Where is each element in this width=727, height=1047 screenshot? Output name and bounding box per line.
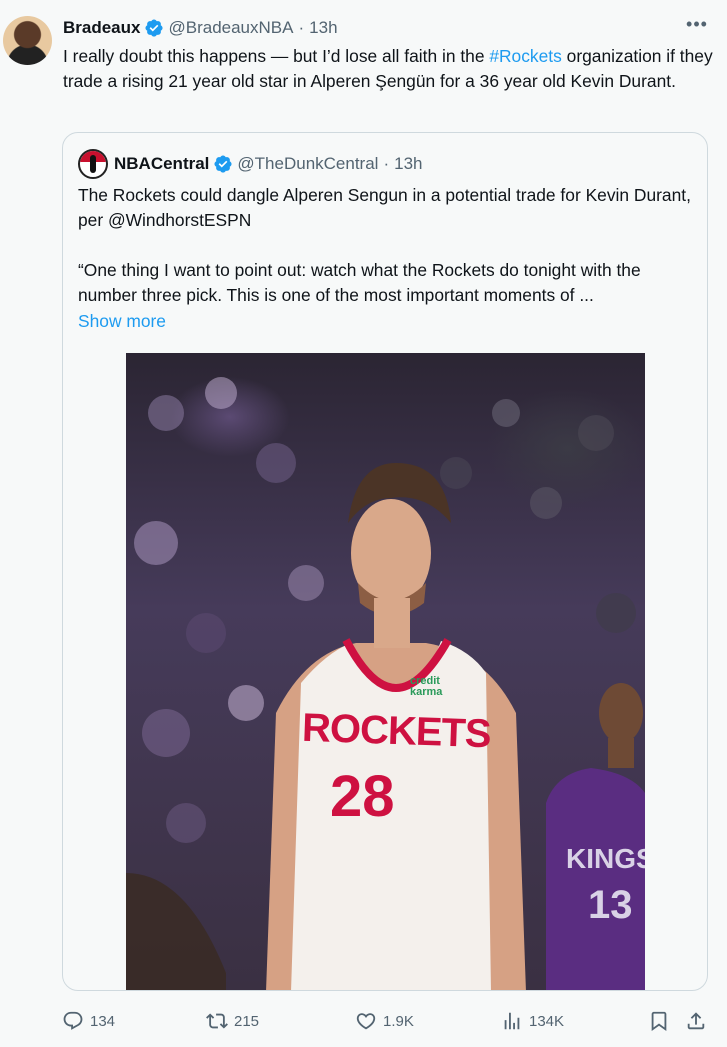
hashtag-link[interactable]: #Rockets xyxy=(489,46,562,66)
author-avatar[interactable] xyxy=(3,16,52,65)
reply-icon xyxy=(63,1011,83,1030)
tweet-header: Bradeaux @BradeauxNBA · 13h xyxy=(63,17,338,39)
bookmark-button[interactable] xyxy=(648,1006,676,1036)
quote-text: The Rockets could dangle Alperen Sengun … xyxy=(78,183,698,308)
repost-button[interactable]: 215 xyxy=(206,1006,259,1036)
repost-count: 215 xyxy=(234,1012,260,1030)
views-chart-icon xyxy=(504,1012,520,1030)
quote-timestamp[interactable]: 13h xyxy=(394,154,422,174)
reply-count: 134 xyxy=(90,1012,116,1030)
repost-icon xyxy=(206,1013,228,1029)
more-options-icon[interactable]: ••• xyxy=(686,15,708,38)
quote-header: NBACentral @TheDunkCentral · 13h xyxy=(78,149,423,179)
author-handle[interactable]: @BradeauxNBA xyxy=(168,18,293,38)
views-button[interactable]: 134K xyxy=(501,1006,564,1036)
author-name[interactable]: Bradeaux xyxy=(63,18,140,38)
svg-text:13: 13 xyxy=(588,883,633,927)
tweet-text: I really doubt this happens — but I’d lo… xyxy=(63,44,713,94)
quote-photo[interactable]: KINGS 13 ROCKETS 28 credit karma xyxy=(126,353,645,990)
share-icon xyxy=(687,1012,705,1030)
separator-dot: · xyxy=(383,154,390,173)
like-count: 1.9K xyxy=(383,1012,414,1030)
share-button[interactable] xyxy=(685,1006,713,1036)
show-more-link[interactable]: Show more xyxy=(78,309,166,334)
quote-author-avatar[interactable] xyxy=(78,149,108,179)
quote-author-handle[interactable]: @TheDunkCentral xyxy=(237,154,378,174)
verified-badge-icon xyxy=(145,19,164,37)
verified-badge-icon xyxy=(214,155,232,173)
tweet[interactable]: Bradeaux @BradeauxNBA · 13h ••• I really… xyxy=(0,0,727,1047)
tweet-text-part: I really doubt this happens — but I’d lo… xyxy=(63,46,490,66)
bookmark-icon xyxy=(651,1011,667,1032)
quoted-tweet[interactable]: NBACentral @TheDunkCentral · 13h The Roc… xyxy=(62,132,708,991)
jersey-number-text: 28 xyxy=(330,764,395,829)
jersey-team-text: ROCKETS xyxy=(301,705,492,757)
reply-button[interactable]: 134 xyxy=(62,1006,115,1036)
action-bar: 134 215 1.9K 134K xyxy=(0,1006,727,1036)
tweet-timestamp[interactable]: 13h xyxy=(309,18,337,38)
quote-paragraph: The Rockets could dangle Alperen Sengun … xyxy=(78,185,691,230)
like-button[interactable]: 1.9K xyxy=(355,1006,414,1036)
svg-text:KINGS: KINGS xyxy=(566,843,645,874)
quote-author-name[interactable]: NBACentral xyxy=(114,154,209,174)
separator-dot: · xyxy=(298,18,305,37)
player-illustration: KINGS 13 xyxy=(126,377,645,990)
quote-paragraph: “One thing I want to point out: watch wh… xyxy=(78,260,641,305)
views-count: 134K xyxy=(529,1012,565,1030)
heart-icon xyxy=(356,1013,376,1030)
jersey-sponsor-text: credit karma xyxy=(410,675,443,698)
